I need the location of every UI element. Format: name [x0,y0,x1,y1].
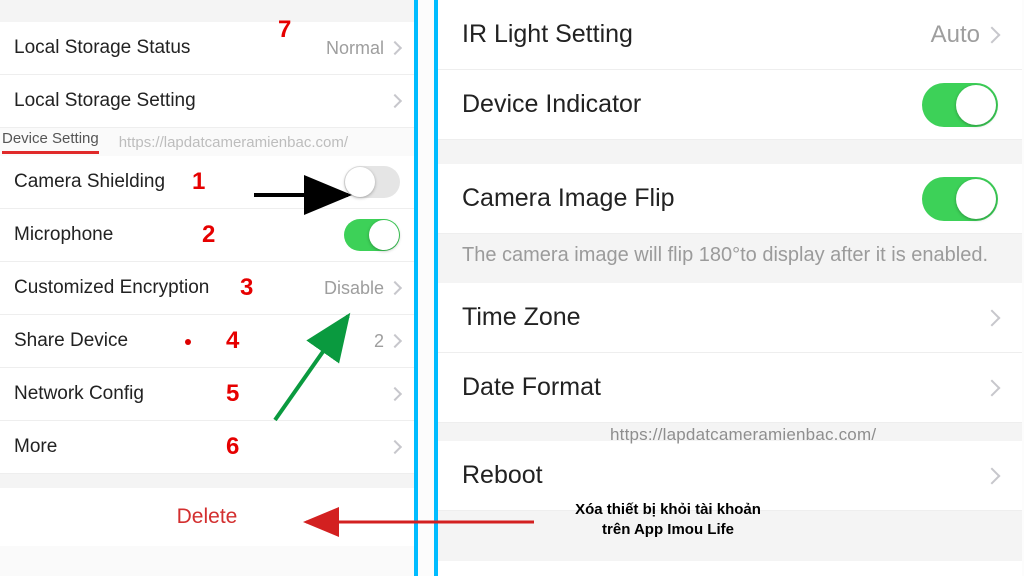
row-ir-light[interactable]: IR Light Setting Auto [438,0,1022,70]
status-text: Normal [326,38,384,59]
delete-label: Delete [177,505,238,529]
annotation-4: 4 [226,327,239,355]
date-label: Date Format [462,373,601,402]
watermark-right: https://lapdatcameramienbac.com/ [610,425,876,445]
local-storage-status-label: Local Storage Status [14,37,190,59]
flip-toggle[interactable] [922,177,998,221]
spacer [0,474,414,488]
encryption-label: Customized Encryption [14,277,209,299]
row-network-config[interactable]: Network Config 5 [0,368,414,421]
camera-shielding-toggle[interactable] [344,166,400,198]
chevron-right-icon [388,387,402,401]
annotation-7: 7 [278,16,291,44]
share-count: 2 [374,331,384,352]
flip-hint: The camera image will flip 180°to displa… [438,234,1022,283]
chevron-right-icon [388,440,402,454]
chevron-right-icon [388,41,402,55]
annotation-3: 3 [240,274,253,302]
chevron-right-icon [984,379,1001,396]
row-date-format[interactable]: Date Format [438,353,1022,423]
chevron-right-icon [388,334,402,348]
row-device-indicator[interactable]: Device Indicator [438,70,1022,140]
annotation-1: 1 [192,168,205,196]
encryption-value: Disable [324,278,400,299]
microphone-label: Microphone [14,224,113,246]
watermark-left: https://lapdatcameramienbac.com/ [119,134,348,151]
ir-label: IR Light Setting [462,20,633,49]
encryption-text: Disable [324,278,384,299]
row-local-storage-setting[interactable]: Local Storage Setting [0,75,414,128]
tab-device-setting[interactable]: Device Setting [2,130,99,154]
local-storage-setting-label: Local Storage Setting [14,90,196,112]
tz-label: Time Zone [462,303,581,332]
row-local-storage-status[interactable]: Local Storage Status Normal [0,22,414,75]
indicator-label: Device Indicator [462,90,641,119]
more-label: More [14,436,57,458]
annotation-2: 2 [202,221,215,249]
chevron-right-icon [984,309,1001,326]
chevron-right-icon [984,26,1001,43]
row-camera-flip[interactable]: Camera Image Flip [438,164,1022,234]
network-label: Network Config [14,383,144,405]
chevron-right-icon [388,94,402,108]
flip-label: Camera Image Flip [462,184,675,213]
left-phone-panel: Local Storage Status Normal Local Storag… [0,0,418,576]
row-share-device[interactable]: Share Device 2 4 [0,315,414,368]
row-microphone[interactable]: Microphone 2 [0,209,414,262]
chevron-right-icon [984,467,1001,484]
ir-text: Auto [931,21,980,49]
row-more[interactable]: More 6 [0,421,414,474]
right-phone-panel: IR Light Setting Auto Device Indicator C… [434,0,1022,576]
reboot-label: Reboot [462,461,543,490]
spacer [438,140,1022,164]
delete-caption: Xóa thiết bị khỏi tài khoảntrên App Imou… [538,500,798,540]
indicator-toggle[interactable] [922,83,998,127]
section-tab-bar: Device Setting https://lapdatcameramienb… [0,128,414,156]
row-time-zone[interactable]: Time Zone [438,283,1022,353]
annotation-5: 5 [226,380,239,408]
local-storage-status-value: Normal [326,38,400,59]
row-customized-encryption[interactable]: Customized Encryption Disable 3 [0,262,414,315]
annotation-6: 6 [226,433,239,461]
ir-value: Auto [931,21,998,49]
chevron-right-icon [388,281,402,295]
microphone-toggle[interactable] [344,219,400,251]
share-label: Share Device [14,330,128,352]
share-value: 2 [374,331,400,352]
row-camera-shielding[interactable]: Camera Shielding 1 [0,156,414,209]
camera-shielding-label: Camera Shielding [14,171,165,193]
spacer [0,0,414,22]
dot-icon [185,339,191,345]
delete-button[interactable]: Delete 7 [0,488,414,546]
